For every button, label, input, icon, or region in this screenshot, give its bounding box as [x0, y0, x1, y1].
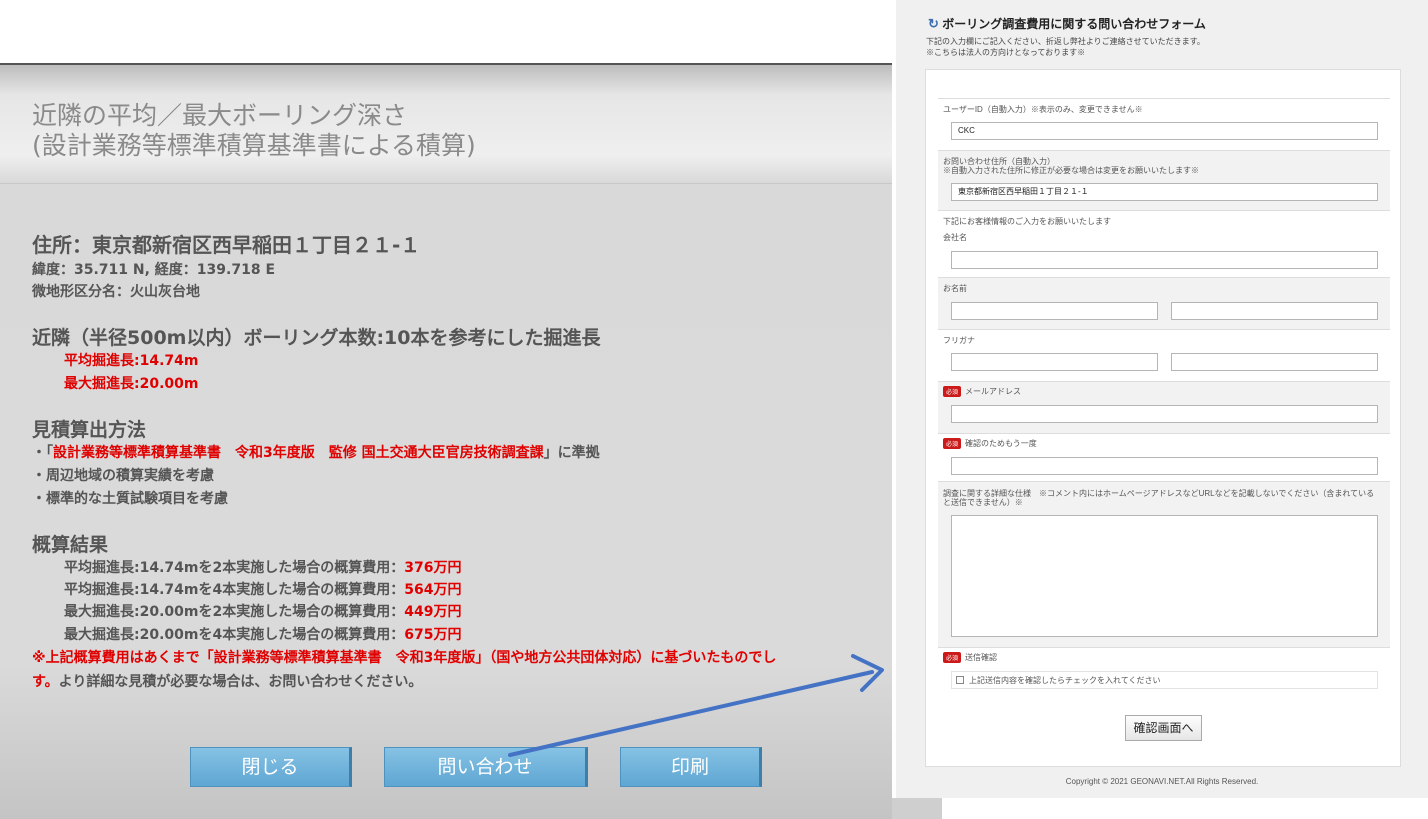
copyright-text: Copyright © 2021 GEONAVI.NET.All Rights … [1065, 777, 1259, 786]
details-note: と送信できません）※ [943, 498, 1023, 507]
landform-text: 微地形区分名：火山灰台地 [32, 284, 200, 300]
refresh-icon: ↻ [928, 16, 939, 31]
nearby-boring-heading: 近隣（半径500m以内）ボーリング本数:10本を参考にした掘進長 [32, 327, 601, 349]
result-label: 平均掘進長:14.74mを4本実施した場合の概算費用： [64, 582, 405, 598]
method-heading: 見積算出方法 [32, 419, 147, 441]
print-button[interactable]: 印刷 [620, 747, 762, 787]
send-confirm-row: 必須 送信確認 上記送信内容を確認したらチェックを入れてください [938, 647, 1390, 695]
last-name-field[interactable] [951, 302, 1158, 320]
email-label-text: メールアドレス [965, 387, 1022, 396]
method-item-2: ・周辺地域の積算実績を考慮 [32, 468, 214, 484]
close-button[interactable]: 閉じる [190, 747, 352, 787]
first-name-field[interactable] [1171, 302, 1378, 320]
disclaimer-end: す。 [32, 674, 59, 690]
max-depth-text: 最大掘進長:20.00m [64, 376, 199, 392]
disclaimer-line1: ※上記概算費用はあくまで「設計業務等標準積算基準書 令和3年度版」（国や地方公共… [32, 650, 777, 666]
result-label: 最大掘進長:20.00mを4本実施した場合の概算費用： [64, 627, 405, 643]
inquiry-button[interactable]: 問い合わせ [384, 747, 588, 787]
result-value: 675万円 [404, 627, 462, 643]
last-name-kana-field[interactable] [951, 353, 1158, 371]
email-confirm-label-text: 確認のためもう一度 [965, 439, 1037, 448]
form-container: ユーザーID（自動入力）※表示のみ、変更できません※ CKC お問い合わせ住所（… [925, 69, 1401, 767]
email-confirm-field[interactable] [951, 457, 1378, 475]
estimate-panel: 近隣の平均／最大ボーリング深さ (設計業務等標準積算基準書による積算) 住所：東… [0, 65, 892, 819]
send-confirm-label: 必須 送信確認 [943, 652, 998, 664]
email-field[interactable] [951, 405, 1378, 423]
avg-depth-text: 平均掘進長:14.74m [64, 353, 199, 369]
company-field[interactable] [951, 251, 1378, 269]
details-row: 調査に関する詳細な仕様 ※コメント内にはホームページアドレスなどURLなどを記載… [938, 481, 1390, 647]
send-confirm-checkbox[interactable] [956, 676, 964, 684]
coordinates-text: 緯度：35.711 N, 経度：139.718 E [32, 262, 276, 278]
send-confirm-checkbox-label: 上記送信内容を確認したらチェックを入れてください [969, 676, 1161, 685]
result-row: 最大掘進長:20.00mを2本実施した場合の概算費用：449万円 [64, 601, 461, 621]
form-instructions: 下記の入力欄にご記入ください、折返し弊社よりご連絡させていただきます。 [926, 37, 1205, 46]
address-field[interactable]: 東京都新宿区西早稲田１丁目２１-１ [951, 183, 1378, 201]
name-row: お名前 [938, 277, 1390, 329]
page-title: 近隣の平均／最大ボーリング深さ (設計業務等標準積算基準書による積算) [32, 101, 476, 161]
page-title-line2: (設計業務等標準積算基準書による積算) [32, 131, 476, 160]
result-label: 平均掘進長:14.74mを2本実施した場合の概算費用： [64, 560, 405, 576]
result-row: 最大掘進長:20.00mを4本実施した場合の概算費用：675万円 [64, 624, 461, 644]
required-badge: 必須 [943, 652, 962, 664]
method-item-1-standard: 設計業務等標準積算基準書 令和3年度版 監修 国土交通大臣官房技術調査課 [53, 445, 544, 461]
method-item-1-suffix: 」に準拠 [543, 445, 600, 461]
send-confirm-box: 上記送信内容を確認したらチェックを入れてください [951, 671, 1378, 689]
user-id-label: ユーザーID（自動入力）※表示のみ、変更できません※ [943, 105, 1143, 114]
result-value: 564万円 [404, 582, 462, 598]
result-value: 449万円 [404, 604, 462, 620]
user-id-row: ユーザーID（自動入力）※表示のみ、変更できません※ CKC [938, 98, 1390, 150]
method-item-1: ・「設計業務等標準積算基準書 令和3年度版 監修 国土交通大臣官房技術調査課」に… [32, 442, 600, 462]
left-top-blank [0, 0, 892, 63]
details-textarea[interactable] [951, 515, 1378, 637]
first-name-kana-field[interactable] [1171, 353, 1378, 371]
address-row: お問い合わせ住所（自動入力） ※自動入力された住所に修正が必要な場合は変更をお願… [938, 150, 1390, 210]
email-confirm-label: 必須 確認のためもう一度 [943, 438, 1037, 450]
email-label: 必須 メールアドレス [943, 386, 1022, 398]
form-title-text: ボーリング調査費用に関する問い合わせフォーム [942, 17, 1206, 31]
left-panel-bottom-edge [892, 798, 942, 819]
address-heading: 住所：東京都新宿区西早稲田１丁目２１-１ [32, 233, 421, 257]
email-confirm-row: 必須 確認のためもう一度 [938, 433, 1390, 481]
result-row: 平均掘進長:14.74mを4本実施した場合の概算費用：564万円 [64, 579, 461, 599]
required-badge: 必須 [943, 386, 962, 398]
furigana-label: フリガナ [943, 336, 975, 345]
name-label: お名前 [943, 284, 967, 293]
method-item-1-prefix: ・「 [32, 445, 53, 461]
address-note: ※自動入力された住所に修正が必要な場合は変更をお願いいたします※ [943, 166, 1199, 175]
result-heading: 概算結果 [32, 534, 109, 556]
form-title: ↻ ボーリング調査費用に関する問い合わせフォーム [928, 15, 1206, 32]
furigana-row: フリガナ [938, 329, 1390, 381]
disclaimer-contact: より詳細な見積が必要な場合は、お問い合わせください。 [58, 674, 423, 690]
send-confirm-label-text: 送信確認 [965, 653, 998, 662]
confirm-screen-button[interactable]: 確認画面へ [1125, 715, 1202, 741]
inquiry-form-panel: ↻ ボーリング調査費用に関する問い合わせフォーム 下記の入力欄にご記入ください、… [896, 0, 1428, 798]
page-title-line1: 近隣の平均／最大ボーリング深さ [32, 101, 408, 130]
result-row: 平均掘進長:14.74mを2本実施した場合の概算費用：376万円 [64, 557, 461, 577]
email-row: 必須 メールアドレス [938, 381, 1390, 433]
user-id-field: CKC [951, 122, 1378, 140]
company-label: 会社名 [943, 233, 967, 242]
form-corporate-note: ※こちらは法人の方向けとなっております※ [926, 48, 1086, 57]
result-value: 376万円 [404, 560, 462, 576]
title-divider [0, 183, 892, 184]
result-label: 最大掘進長:20.00mを2本実施した場合の概算費用： [64, 604, 405, 620]
method-item-3: ・標準的な土質試験項目を考慮 [32, 491, 228, 507]
company-row: 下記にお客様情報のご入力をお願いいたします 会社名 [938, 210, 1390, 277]
disclaimer-line2: す。より詳細な見積が必要な場合は、お問い合わせください。 [32, 671, 422, 691]
customer-info-note: 下記にお客様情報のご入力をお願いいたします [943, 217, 1111, 226]
required-badge: 必須 [943, 438, 962, 450]
